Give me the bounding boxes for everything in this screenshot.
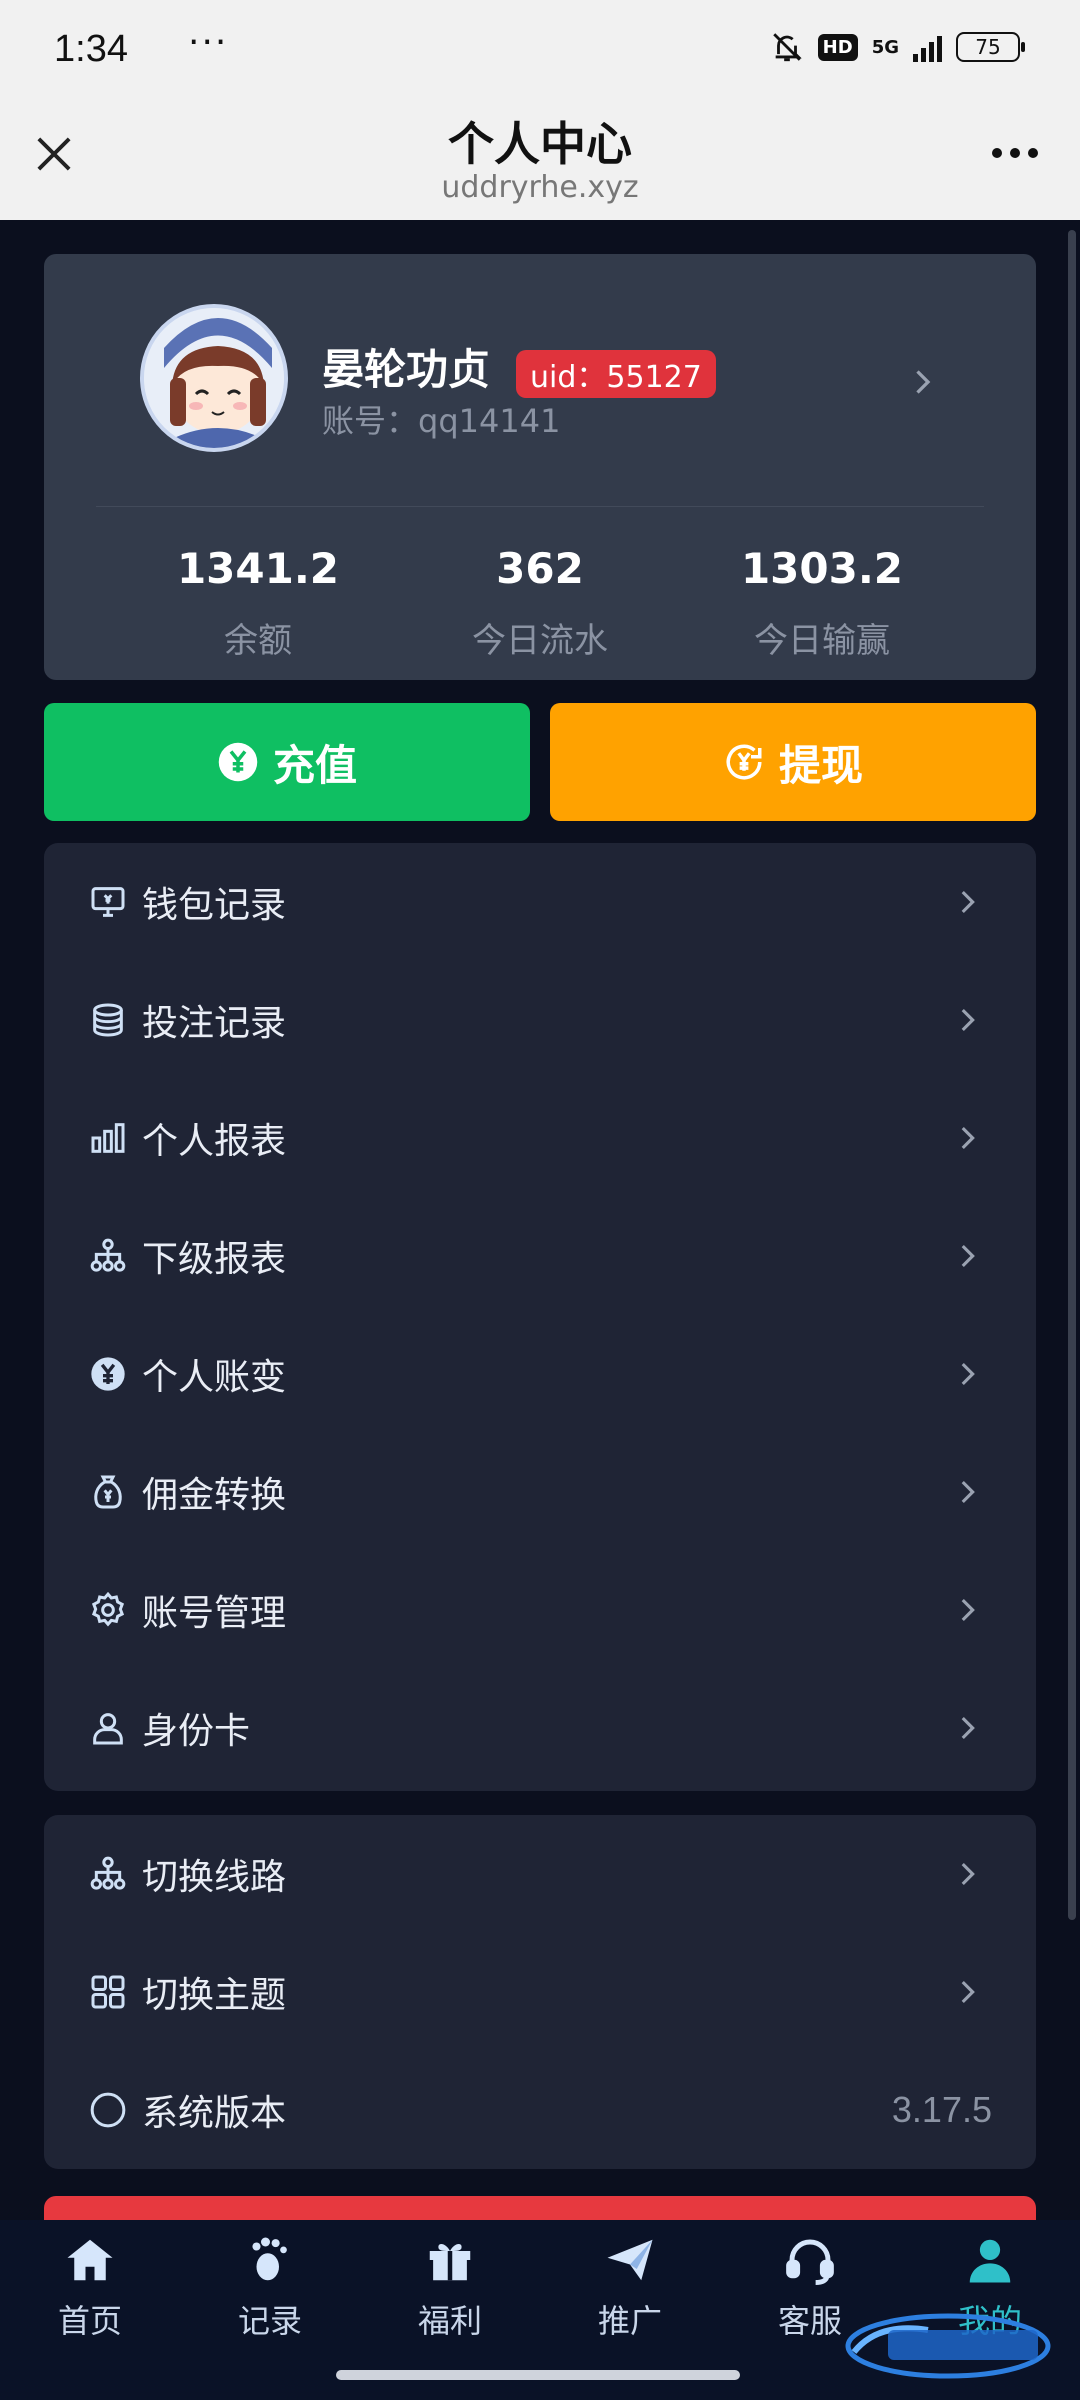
tab-promotion[interactable]: 推广 [540,2230,720,2342]
home-icon [0,2230,180,2290]
signal-icon [913,32,942,62]
chevron-right-icon [961,1244,975,1268]
bar-chart-icon [86,1116,130,1160]
home-indicator[interactable] [336,2370,740,2380]
menu-item-switch-route[interactable]: 切换线路 [44,1815,1036,1933]
recharge-button[interactable]: 充值 [44,703,530,821]
mute-bell-icon [772,33,802,62]
tab-home[interactable]: 首页 [0,2230,180,2342]
menu-item-label: 下级报表 [142,1239,287,1280]
chevron-right-icon [961,1362,975,1386]
menu-group-account: 钱包记录 投注记录 个人报表 下级报表 个人账变 佣金转换 账号管理 身份卡 [44,843,1036,1791]
chevron-right-icon [961,1126,975,1150]
gift-icon [360,2230,540,2290]
menu-item-label: 钱包记录 [142,885,287,926]
version-value: 3.17.5 [891,2089,992,2130]
menu-item-account-management[interactable]: 账号管理 [44,1551,1036,1669]
stat-label: 今日流水 [472,621,608,661]
menu-item-label: 个人报表 [142,1121,287,1162]
menu-item-label: 系统版本 [142,2093,287,2134]
stat-today-turnover: 362 今日流水 [410,544,670,662]
recharge-label: 充值 [272,740,357,790]
menu-item-label: 切换线路 [142,1857,287,1898]
menu-item-label: 投注记录 [142,1003,287,1044]
tab-label: 福利 [417,2302,482,2340]
tab-label: 首页 [57,2302,122,2340]
menu-item-personal-report[interactable]: 个人报表 [44,1079,1036,1197]
footprint-icon [180,2230,360,2290]
menu-group-system: 切换线路 切换主题 系统版本 3.17.5 [44,1815,1036,2169]
gear-icon [86,1588,130,1632]
chevron-right-icon [961,890,975,914]
menu-item-account-changes[interactable]: 个人账变 [44,1315,1036,1433]
stat-value: 1341.2 [176,544,340,593]
avatar[interactable] [140,304,288,452]
battery-icon: 75 [956,32,1025,62]
uid-badge: uid：55127 [516,350,716,398]
scrollbar[interactable] [1068,230,1076,1920]
chevron-right-icon [961,1980,975,2004]
withdraw-label: 提现 [778,740,863,790]
person-icon [900,2230,1080,2290]
chevron-right-icon [961,1008,975,1032]
menu-item-commission-convert[interactable]: 佣金转换 [44,1433,1036,1551]
menu-item-label: 个人账变 [142,1357,287,1398]
hd-icon: HD [817,33,858,61]
menu-item-id-card[interactable]: 身份卡 [44,1669,1036,1787]
hierarchy-icon [86,1852,130,1896]
tab-label: 推广 [597,2302,662,2340]
stat-label: 余额 [224,621,292,661]
menu-item-bet-records[interactable]: 投注记录 [44,961,1036,1079]
page-title: 个人中心 [448,117,632,171]
coin-stack-icon [86,998,130,1042]
chevron-right-icon [961,1862,975,1886]
chevron-right-icon [961,1598,975,1622]
paper-plane-icon [540,2230,720,2290]
menu-item-wallet-records[interactable]: 钱包记录 [44,843,1036,961]
menu-item-label: 切换主题 [142,1975,287,2016]
profile-card[interactable]: 晏轮功贞 uid：55127 账号：qq14141 1341.2 余额 362 … [44,254,1036,680]
chevron-right-icon[interactable] [904,362,940,402]
hierarchy-icon [86,1234,130,1278]
yen-coin-icon [218,742,258,782]
stat-label: 今日输赢 [754,621,890,661]
menu-item-subordinate-report[interactable]: 下级报表 [44,1197,1036,1315]
money-bag-icon [86,1470,130,1514]
status-bar: 1:34 ··· HD 5G 75 [0,0,1080,100]
watermark-logo [845,2313,1051,2379]
grid-icon [86,1970,130,2014]
menu-item-label: 身份卡 [142,1711,251,1752]
browser-title-bar: 个人中心 uddryrhe.xyz [0,100,1080,220]
network-type: 5G [871,36,899,58]
user-name: 晏轮功贞 [322,345,491,394]
menu-item-label: 账号管理 [142,1593,287,1634]
stat-value: 362 [496,544,584,593]
status-icons: HD 5G 75 [770,30,1025,64]
tab-records[interactable]: 记录 [180,2230,360,2342]
yen-circle-icon [86,1352,130,1396]
stat-balance: 1341.2 余额 [128,544,388,662]
tab-benefits[interactable]: 福利 [360,2230,540,2342]
status-overflow-dots: ··· [188,22,229,63]
account-id: 账号：qq14141 [322,402,561,440]
page-url: uddryrhe.xyz [441,170,639,205]
menu-item-label: 佣金转换 [142,1475,287,1516]
menu-item-switch-theme[interactable]: 切换主题 [44,1933,1036,2051]
withdraw-button[interactable]: 提现 [550,703,1036,821]
stat-today-profit: 1303.2 今日输赢 [692,544,952,662]
yen-cycle-icon [726,744,762,780]
wallet-monitor-icon [86,880,130,924]
circle-icon [86,2088,130,2132]
headset-icon [720,2230,900,2290]
chevron-right-icon [961,1716,975,1740]
more-menu-icon[interactable] [992,148,1038,158]
tab-label: 记录 [237,2302,302,2340]
divider [96,506,984,507]
chevron-right-icon [961,1480,975,1504]
status-time: 1:34 [54,28,128,70]
stat-value: 1303.2 [740,544,904,593]
user-icon [86,1706,130,1750]
menu-item-system-version: 系统版本 3.17.5 [44,2051,1036,2169]
